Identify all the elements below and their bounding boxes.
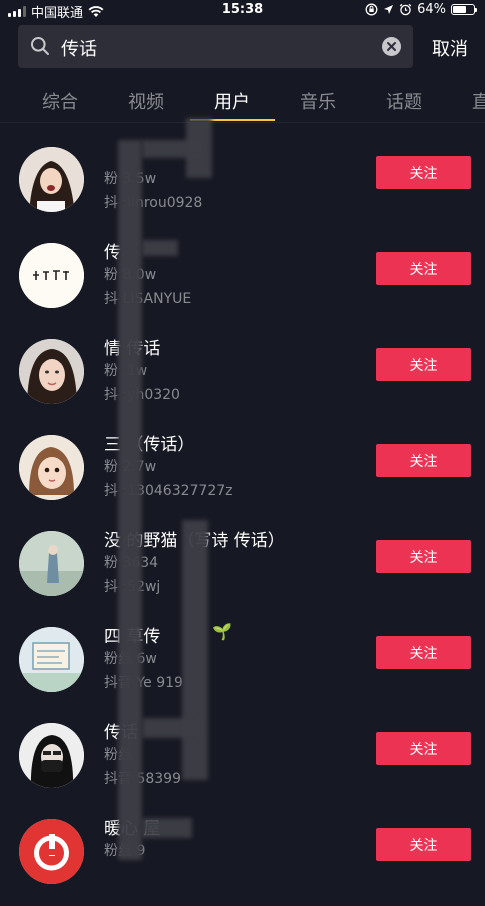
tab-live[interactable]: 直 [472, 88, 485, 114]
avatar[interactable] [19, 627, 84, 692]
follow-button[interactable]: 关注 [376, 540, 471, 573]
avatar[interactable] [19, 243, 84, 308]
search-input[interactable]: 传话 [61, 35, 97, 61]
user-row[interactable]: 传话 粉丝 抖音 58399 关注 [0, 714, 485, 810]
avatar[interactable] [19, 819, 84, 884]
user-row[interactable]: 四 草传 🌱 粉丝 6w 抖音 Ye 919 关注 [0, 618, 485, 714]
battery-percent: 64% [417, 2, 446, 17]
tab-video[interactable]: 视频 [128, 88, 164, 114]
redaction-mask [142, 718, 202, 738]
search-icon [31, 37, 49, 55]
follow-button[interactable]: 关注 [376, 636, 471, 669]
avatar[interactable] [19, 147, 84, 212]
redaction-mask [182, 520, 208, 780]
follow-button[interactable]: 关注 [376, 732, 471, 765]
tab-topic[interactable]: 话题 [386, 88, 422, 114]
tab-bar: 综合 视频 用户 音乐 话题 直 [0, 76, 485, 122]
user-row[interactable]: 没 的野猫（写诗 传话） 粉 3634 抖 :52wj 关注 [0, 522, 485, 618]
follow-button[interactable]: 关注 [376, 444, 471, 477]
alarm-icon [399, 3, 412, 16]
sprout-emoji-icon: 🌱 [212, 622, 232, 641]
user-douyin-id: 抖音 58399 [104, 771, 181, 787]
user-row[interactable]: 传 粉 8.0w 抖 LISANYUE 关注 [0, 234, 485, 330]
cancel-button[interactable]: 取消 [432, 35, 468, 61]
tab-general[interactable]: 综合 [42, 88, 78, 114]
user-row[interactable]: 情 传话 粉 .1w 抖 :yh0320 关注 [0, 330, 485, 426]
avatar[interactable] [19, 531, 84, 596]
redaction-mask [142, 240, 178, 256]
avatar[interactable] [19, 723, 84, 788]
avatar[interactable] [19, 339, 84, 404]
user-row[interactable]: 三 （传话） 粉 2.7w 抖 :13046327727z 关注 [0, 426, 485, 522]
user-row[interactable]: 粉 3.5w 抖 :linrou0928 关注 [0, 138, 485, 234]
tab-music[interactable]: 音乐 [300, 88, 336, 114]
user-row[interactable]: 暖心 屋 粉丝 9 关注 [0, 810, 485, 906]
user-douyin-id: 抖音 Ye 919 [104, 675, 183, 691]
follow-button[interactable]: 关注 [376, 348, 471, 381]
redaction-mask [118, 140, 142, 860]
clear-search-icon[interactable] [382, 37, 401, 56]
status-bar: 中国联通 15:38 64% [0, 0, 485, 21]
rotation-lock-icon [365, 3, 378, 16]
location-icon [384, 5, 394, 14]
follow-button[interactable]: 关注 [376, 156, 471, 189]
follow-button[interactable]: 关注 [376, 828, 471, 861]
follow-button[interactable]: 关注 [376, 252, 471, 285]
search-box[interactable]: 传话 [18, 25, 413, 68]
redaction-mask [142, 818, 192, 838]
redaction-mask [186, 118, 212, 178]
avatar[interactable] [19, 435, 84, 500]
battery-icon [451, 4, 477, 15]
divider [0, 122, 485, 123]
tab-user[interactable]: 用户 [214, 88, 250, 114]
